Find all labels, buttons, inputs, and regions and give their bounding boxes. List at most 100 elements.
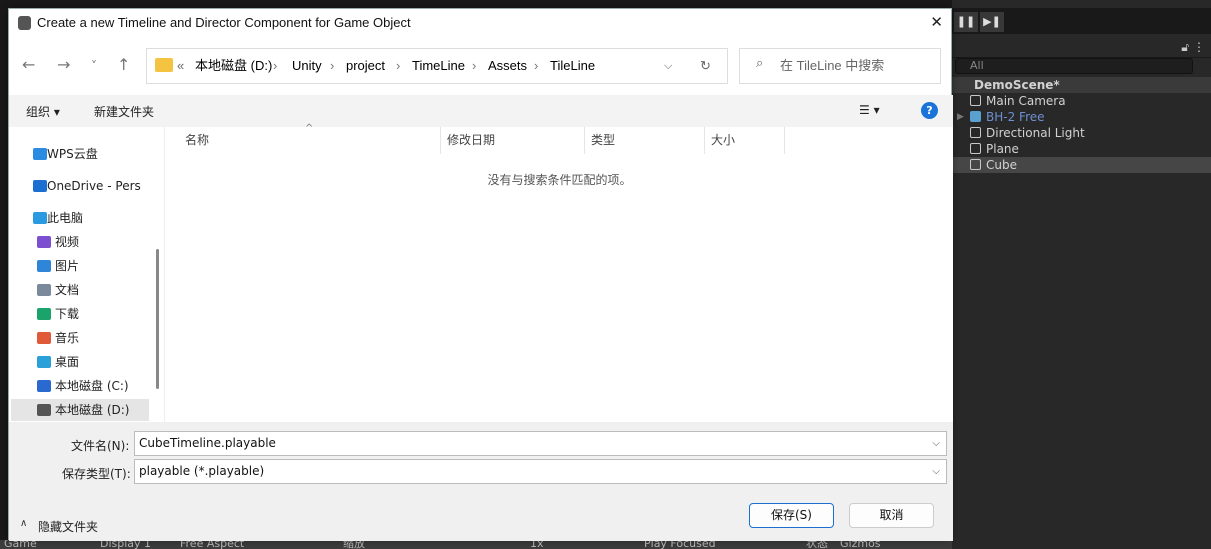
game-view-toolbar: Game Display 1 Free Aspect 缩放 1x Play Fo… [0, 540, 952, 549]
music-icon [37, 332, 51, 344]
breadcrumb-segment[interactable]: Assets [488, 49, 527, 83]
gameobject-icon [970, 143, 981, 154]
breadcrumb-segment[interactable]: Unity [292, 49, 322, 83]
video-icon [37, 236, 51, 248]
breadcrumb-segment[interactable]: TileLine [550, 49, 595, 83]
column-name[interactable]: 名称 [165, 127, 441, 154]
expand-arrow-icon[interactable]: ▶ [957, 109, 964, 125]
filetype-value: playable (*.playable) [139, 464, 265, 478]
sidebar-item-label: 此电脑 [47, 211, 84, 225]
save-button[interactable]: 保存(S) [749, 503, 834, 528]
display-dropdown[interactable]: Display 1 [100, 540, 151, 549]
item-label: Cube [986, 158, 1017, 172]
chevron-up-icon[interactable]: ∧ [20, 518, 27, 529]
hierarchy-item[interactable]: ▶ BH-2 Free [952, 109, 1211, 125]
hierarchy-item[interactable]: Directional Light [952, 125, 1211, 141]
sidebar-item[interactable]: 音乐 [11, 327, 149, 349]
sidebar-item[interactable]: 本地磁盘 (C:) [11, 375, 149, 397]
organize-button[interactable]: 组织 ▾ [26, 103, 60, 120]
address-bar[interactable]: « 本地磁盘 (D:) › Unity › project › TimeLine… [146, 48, 728, 84]
file-list: ^ 名称 修改日期 类型 大小 没有与搜索条件匹配的项。 [164, 123, 953, 422]
breadcrumb-segment[interactable]: TimeLine [412, 49, 465, 83]
close-button[interactable]: ✕ [930, 13, 943, 31]
stats-button[interactable]: 状态 [806, 540, 828, 549]
windows-drive-icon [37, 380, 51, 392]
sidebar-item-label: WPS云盘 [47, 147, 98, 161]
hierarchy-tab-bar: 🔓︎ ⋮ [952, 38, 1211, 58]
lock-icon[interactable]: 🔓︎ [1181, 40, 1189, 55]
game-tab[interactable]: Game [4, 540, 37, 549]
sidebar-item-label: 音乐 [55, 331, 80, 345]
filename-input[interactable]: CubeTimeline.playable ⌵ [134, 431, 947, 456]
scale-value: 1x [530, 540, 544, 549]
column-size[interactable]: 大小 [705, 127, 785, 154]
hide-folders-button[interactable]: 隐藏文件夹 [38, 518, 98, 535]
sidebar-item-label: 视频 [55, 235, 80, 249]
up-button[interactable]: ↑ [117, 55, 130, 74]
hierarchy-item[interactable]: Main Camera [952, 93, 1211, 109]
sidebar-item[interactable]: 视频 [11, 231, 149, 253]
back-button[interactable]: ← [22, 55, 35, 74]
sidebar-item[interactable]: 下载 [11, 303, 149, 325]
empty-message: 没有与搜索条件匹配的项。 [487, 173, 632, 187]
scene-name: DemoScene* [974, 78, 1060, 92]
hierarchy-item[interactable]: Plane [952, 141, 1211, 157]
pause-button[interactable]: ❚❚ [954, 12, 978, 32]
sidebar-item[interactable]: 本地磁盘 (D:) [11, 399, 149, 421]
navigation-scrollbar[interactable] [156, 249, 159, 389]
breadcrumb-overflow[interactable]: « [177, 49, 184, 83]
breadcrumb-segment[interactable]: 本地磁盘 (D:) [195, 49, 272, 83]
address-dropdown-icon[interactable]: ⌵ [664, 49, 672, 83]
sidebar-item-label: 文档 [55, 283, 80, 297]
search-input[interactable]: 在 TileLine 中搜索 [739, 48, 941, 84]
dialog-footer: 文件名(N): CubeTimeline.playable ⌵ 保存类型(T): … [9, 422, 953, 541]
sidebar-item-label: 桌面 [55, 355, 80, 369]
scene-row[interactable]: DemoScene* [952, 77, 1211, 93]
item-label: BH-2 Free [986, 110, 1045, 124]
gizmos-button[interactable]: Gizmos [840, 540, 881, 549]
help-button[interactable]: ? [921, 102, 938, 119]
forward-button[interactable]: → [57, 55, 70, 74]
pictures-icon [37, 260, 51, 272]
breadcrumb-segment[interactable]: project [346, 49, 385, 83]
more-icon[interactable]: ⋮ [1193, 40, 1205, 54]
sidebar-item-label: 图片 [55, 259, 80, 273]
navigation-pane: WPS云盘 OneDrive - Pers 此电脑视频图片文档下载音乐桌面本地磁盘 … [9, 127, 161, 422]
view-options-button[interactable]: ☰ ▾ [859, 103, 880, 117]
sidebar-item-label: OneDrive - Pers [47, 179, 141, 193]
recent-locations-button[interactable]: ˅ [91, 59, 97, 73]
gameobject-icon [970, 159, 981, 170]
chevron-down-icon[interactable]: ⌵ [932, 432, 940, 455]
hierarchy-search-input[interactable]: All [955, 58, 1193, 74]
sidebar-item[interactable]: WPS云盘 [11, 143, 149, 165]
sidebar-item-label: 本地磁盘 (C:) [55, 379, 129, 393]
command-bar: 组织 ▾ 新建文件夹 ☰ ▾ ? [9, 95, 953, 127]
refresh-icon[interactable]: ↻ [700, 49, 711, 83]
aspect-dropdown[interactable]: Free Aspect [180, 540, 244, 549]
drive-icon [37, 404, 51, 416]
hierarchy-item-selected[interactable]: Cube [952, 157, 1211, 173]
chevron-down-icon[interactable]: ⌵ [932, 460, 940, 483]
computer-icon [33, 212, 47, 224]
step-button[interactable]: ▶❚ [980, 12, 1004, 32]
cancel-button[interactable]: 取消 [849, 503, 934, 528]
column-date-modified[interactable]: 修改日期 [441, 127, 585, 154]
sidebar-item[interactable]: 此电脑 [11, 207, 149, 229]
onedrive-icon [33, 180, 47, 192]
new-folder-button[interactable]: 新建文件夹 [94, 103, 154, 120]
sidebar-item[interactable]: 文档 [11, 279, 149, 301]
sidebar-item[interactable]: 图片 [11, 255, 149, 277]
sidebar-item[interactable]: 桌面 [11, 351, 149, 373]
sidebar-item[interactable]: OneDrive - Pers [11, 175, 149, 197]
documents-icon [37, 284, 51, 296]
filename-value: CubeTimeline.playable [139, 436, 276, 450]
sidebar-item-label: 本地磁盘 (D:) [55, 403, 130, 417]
unity-hierarchy-panel: ❚❚ ▶❚ 🔓︎ ⋮ All DemoScene* Main Camera ▶ BH… [952, 0, 1211, 549]
download-icon [37, 308, 51, 320]
play-mode-dropdown[interactable]: Play Focused [644, 540, 716, 549]
item-label: Main Camera [986, 94, 1066, 108]
column-type[interactable]: 类型 [585, 127, 705, 154]
scale-label: 缩放 [343, 540, 365, 549]
sidebar-item-label: 下载 [55, 307, 80, 321]
filetype-select[interactable]: playable (*.playable) ⌵ [134, 459, 947, 484]
